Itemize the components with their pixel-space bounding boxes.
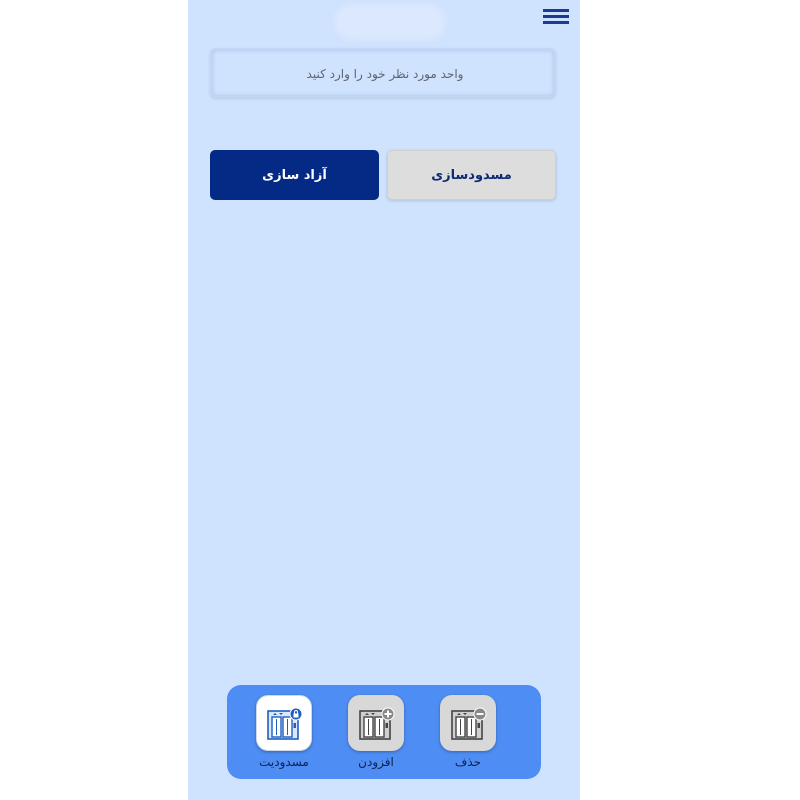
elevator-add-icon	[348, 695, 404, 751]
app-screen: مسدودسازی آزاد سازی حذف	[188, 0, 580, 800]
nav-item-block[interactable]: مسدودیت	[249, 695, 319, 769]
nav-item-add[interactable]: افزودن	[341, 695, 411, 769]
nav-label-block: مسدودیت	[259, 755, 309, 769]
blurred-header-area	[334, 4, 446, 40]
release-button[interactable]: آزاد سازی	[210, 150, 379, 200]
bottom-navigation: حذف افزودن مسدودیت	[227, 685, 541, 779]
unit-search-input[interactable]	[212, 50, 558, 98]
nav-label-remove: حذف	[454, 755, 482, 769]
search-field-container	[210, 48, 558, 98]
elevator-lock-icon	[256, 695, 312, 751]
nav-label-add: افزودن	[358, 755, 394, 769]
nav-item-remove[interactable]: حذف	[433, 695, 503, 769]
menu-icon[interactable]	[543, 9, 569, 27]
elevator-remove-icon	[440, 695, 496, 751]
block-button[interactable]: مسدودسازی	[387, 150, 556, 200]
